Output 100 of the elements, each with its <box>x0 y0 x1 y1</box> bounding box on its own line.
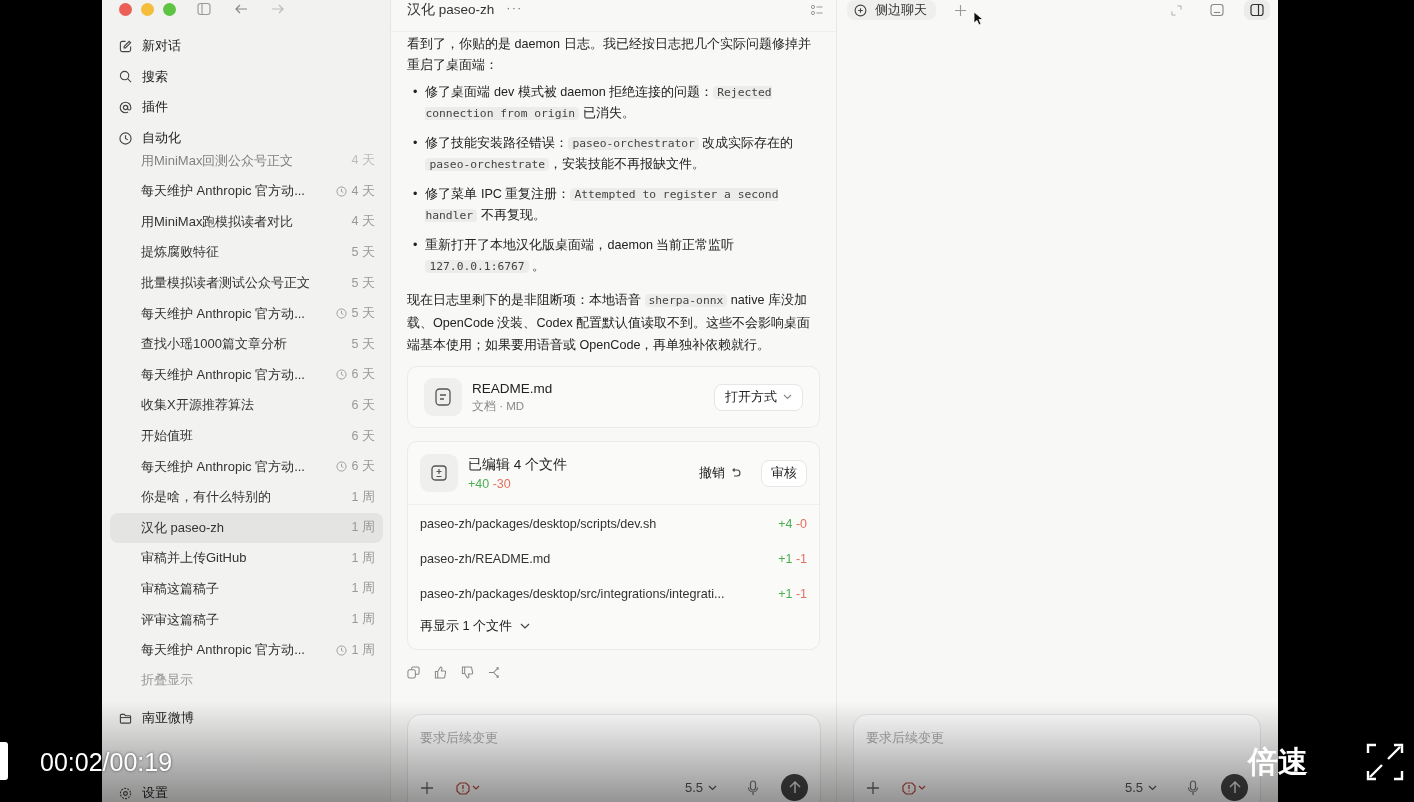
plus-icon[interactable] <box>420 780 434 795</box>
conversation-title: 每天维护 Anthropic 官方动... <box>141 182 306 201</box>
progress-handle[interactable] <box>0 742 8 780</box>
arrow-up-icon <box>788 781 801 794</box>
settings-item[interactable]: 设置 <box>102 785 390 802</box>
removed-lines: -0 <box>795 516 807 531</box>
warning-icon[interactable] <box>902 780 928 795</box>
bullet-item: 重新打开了本地汉化版桌面端，daemon 当前正常监听 127.0.0.1:6767 。 <box>425 237 736 275</box>
conversation-item[interactable]: 评审这篇稿子 1 周 <box>110 604 383 635</box>
show-more-button[interactable]: 再显示 1 个文件 <box>420 611 531 641</box>
bullet-item: 修了技能安装路径错误： paseo-orchestrator 改成实际存在的 paseo-orchestrate ，安装技能不再报缺文件。 <box>425 135 795 173</box>
conversation-item[interactable]: 每天维护 Anthropic 官方动... 5 天 <box>110 298 383 329</box>
message-input[interactable]: 要求后续变更 <box>866 729 1248 745</box>
microphone-icon[interactable] <box>747 779 759 796</box>
message-paragraph: 现在日志里剩下的是非阻断项：本地语音 sherpa-onnx native 库没加载、OpenCode 没装、Codex 配置默认值读取不到。这些不会影响桌面端基本使用；如果要用语音或 OpenCode，再单独补依赖就行。 <box>407 292 812 354</box>
file-type: 文档 · MD <box>472 398 526 414</box>
conversation-time: 4 天 <box>351 213 375 231</box>
bottom-panel-icon[interactable] <box>1210 3 1224 17</box>
file-path: paseo-zh/README.md <box>420 551 552 566</box>
conversation-time: 6 天 <box>351 396 375 414</box>
file-name: README.md <box>472 380 553 396</box>
nav-item[interactable]: 自动化 <box>102 122 390 154</box>
nav-item[interactable]: 新对话 <box>102 31 390 62</box>
file-row[interactable]: paseo-zh/packages/desktop/scripts/dev.sh +4 -0 <box>408 506 819 541</box>
conversation-time: 1 周 <box>351 488 375 506</box>
conversation-item[interactable]: 每天维护 Anthropic 官方动... 1 周 <box>110 634 383 666</box>
microphone-icon[interactable] <box>1187 779 1199 796</box>
conversation-title: 审稿这篇稿子 <box>141 580 220 598</box>
back-arrow-icon[interactable] <box>234 2 248 16</box>
conversation-time: 6 天 <box>351 427 375 445</box>
conversation-item[interactable]: 每天维护 Anthropic 官方动... 6 天 <box>110 359 383 391</box>
conversation-item[interactable]: 你是啥，有什么特别的 1 周 <box>110 481 383 513</box>
conversation-time: 6 天 <box>351 458 375 476</box>
conversation-item[interactable]: 查找小瑶1000篇文章分析 5 天 <box>110 328 383 360</box>
conversation-item[interactable]: 审稿这篇稿子 1 周 <box>110 573 383 605</box>
conversation-title: 每天维护 Anthropic 官方动... <box>141 304 306 323</box>
list-icon[interactable] <box>810 3 824 17</box>
conversation-title: 审稿并上传GitHub <box>141 549 248 568</box>
bullet-marker: • <box>413 135 418 152</box>
conversation-item[interactable]: 批量模拟读者测试公众号正文 5 天 <box>110 267 383 299</box>
nav-item[interactable]: 搜索 <box>102 61 390 93</box>
folder-icon <box>119 711 132 725</box>
side-chat-tab[interactable]: 侧边聊天 <box>847 0 936 20</box>
chevron-down-icon <box>783 394 792 400</box>
added-lines: +40 <box>468 476 490 491</box>
close-window-button[interactable] <box>119 2 132 16</box>
added-lines: +4 <box>778 516 793 531</box>
zoom-window-button[interactable] <box>163 2 176 16</box>
conversation-item[interactable]: 开始值班 6 天 <box>110 420 383 452</box>
undo-button[interactable]: 撤销 <box>699 464 741 482</box>
send-button[interactable] <box>1221 774 1248 801</box>
conversation-title: 查找小瑶1000篇文章分析 <box>141 335 288 354</box>
project-item[interactable]: 南亚微博 <box>102 703 390 734</box>
thumbs-down-icon[interactable] <box>461 666 474 679</box>
warning-icon[interactable] <box>456 780 482 795</box>
conversation-item[interactable]: 收集X开源推荐算法 6 天 <box>110 390 383 421</box>
conversation-item[interactable]: 审稿并上传GitHub 1 周 <box>110 543 383 574</box>
conversation-item[interactable]: 汉化 paseo-zh 1 周 <box>110 512 383 544</box>
clock-icon <box>119 131 132 145</box>
model-selector[interactable]: 5.5 <box>684 780 717 795</box>
more-button[interactable]: ··· <box>506 1 523 15</box>
fullscreen-icon[interactable] <box>1366 743 1404 781</box>
conversation-title: 汉化 paseo-zh <box>141 518 226 537</box>
conversation-time: 1 周 <box>351 549 375 567</box>
removed-lines: -1 <box>795 586 807 601</box>
plus-icon[interactable] <box>866 780 880 795</box>
file-row[interactable]: paseo-zh/README.md +1 -1 <box>408 541 819 576</box>
file-row[interactable]: paseo-zh/packages/desktop/src/integrations/integrati... +1 -1 <box>408 576 819 611</box>
model-selector[interactable]: 5.5 <box>1124 780 1157 795</box>
thumbs-up-icon[interactable] <box>434 666 447 679</box>
conversation-time: 4 天 <box>351 182 375 200</box>
plus-icon[interactable] <box>954 3 967 17</box>
conversation-title: 用MiniMax跑模拟读者对比 <box>141 212 295 231</box>
conversation-item[interactable]: 每天维护 Anthropic 官方动... 6 天 <box>110 451 383 482</box>
conversation-item[interactable]: 用MiniMax跑模拟读者对比 4 天 <box>110 206 383 238</box>
diff-icon <box>420 454 458 492</box>
nav-item[interactable]: 插件 <box>102 92 390 123</box>
copy-icon[interactable] <box>407 666 420 679</box>
conversation-item[interactable]: 提炼腐败特征 5 天 <box>110 237 383 268</box>
file-path: paseo-zh/packages/desktop/src/integrations/integrati... <box>420 586 726 601</box>
conversation-item[interactable]: 每天维护 Anthropic 官方动... 4 天 <box>110 175 383 207</box>
removed-lines: -1 <box>795 551 807 566</box>
open-with-button[interactable]: 打开方式 <box>714 383 803 411</box>
conversation-title: 每天维护 Anthropic 官方动... <box>141 365 306 384</box>
conversation-title: 你是啥，有什么特别的 <box>141 488 272 507</box>
side-panel-toggle[interactable] <box>1244 0 1270 20</box>
review-button[interactable]: 审核 <box>761 459 807 487</box>
bullet-marker: • <box>413 186 418 203</box>
chevron-down-icon <box>1148 784 1157 791</box>
send-button[interactable] <box>781 774 808 801</box>
mouse-cursor-icon <box>973 10 983 26</box>
sidebar-toggle-icon[interactable] <box>197 2 211 16</box>
branch-icon[interactable] <box>488 666 501 679</box>
message-input[interactable]: 要求后续变更 <box>420 729 808 745</box>
conversation-title: 每天维护 Anthropic 官方动... <box>141 457 306 476</box>
changes-title: 已编辑 4 个文件 <box>468 455 567 474</box>
playback-speed-button[interactable]: 倍速 <box>1248 742 1308 782</box>
conversation-title: 批量模拟读者测试公众号正文 <box>141 274 311 293</box>
forward-arrow-icon[interactable] <box>271 2 285 16</box>
added-lines: +1 <box>778 586 793 601</box>
